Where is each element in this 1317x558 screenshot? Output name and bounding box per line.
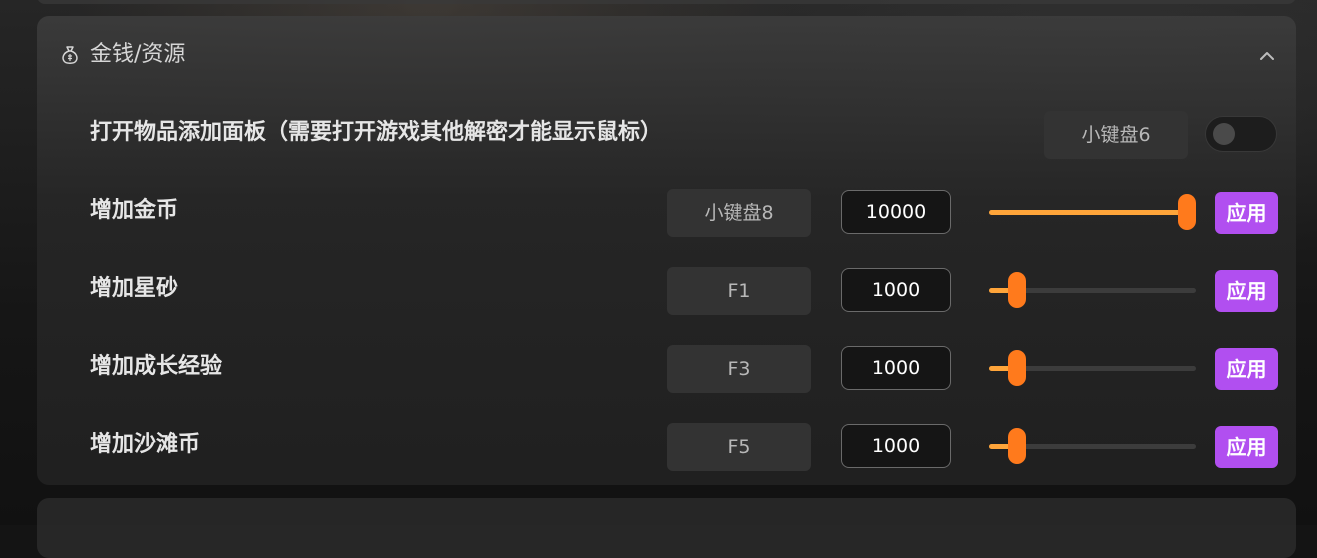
money-resources-section: 金钱/资源 打开物品添加面板（需要打开游戏其他解密才能显示鼠标） 小键盘6 增加… bbox=[37, 16, 1296, 485]
slider-fill bbox=[989, 210, 1187, 215]
section-header[interactable]: 金钱/资源 bbox=[37, 16, 1296, 94]
add-beach-coin-amount-input[interactable] bbox=[841, 424, 951, 468]
add-growth-exp-apply-button[interactable]: 应用 bbox=[1215, 348, 1278, 390]
add-growth-exp-label: 增加成长经验 bbox=[90, 354, 223, 379]
add-gold-apply-button[interactable]: 应用 bbox=[1215, 192, 1278, 234]
next-section-card bbox=[37, 498, 1296, 558]
add-beach-coin-apply-button[interactable]: 应用 bbox=[1215, 426, 1278, 468]
item-panel-label: 打开物品添加面板（需要打开游戏其他解密才能显示鼠标） bbox=[90, 120, 663, 145]
add-stardust-amount-input[interactable] bbox=[841, 268, 951, 312]
add-beach-coin-label: 增加沙滩币 bbox=[90, 432, 201, 457]
add-gold-slider[interactable] bbox=[989, 194, 1196, 230]
add-beach-coin-slider[interactable] bbox=[989, 428, 1196, 464]
add-beach-coin-hotkey-button[interactable]: F5 bbox=[667, 423, 811, 471]
section-title: 金钱/资源 bbox=[90, 42, 186, 67]
add-growth-exp-slider[interactable] bbox=[989, 350, 1196, 386]
slider-thumb[interactable] bbox=[1178, 194, 1196, 230]
add-stardust-hotkey-button[interactable]: F1 bbox=[667, 267, 811, 315]
chevron-up-icon[interactable] bbox=[1257, 46, 1277, 66]
add-gold-amount-input[interactable] bbox=[841, 190, 951, 234]
item-panel-toggle[interactable] bbox=[1205, 116, 1277, 152]
add-stardust-apply-button[interactable]: 应用 bbox=[1215, 270, 1278, 312]
slider-thumb[interactable] bbox=[1007, 428, 1026, 464]
add-growth-exp-amount-input[interactable] bbox=[841, 346, 951, 390]
previous-section-card bbox=[37, 0, 1296, 4]
item-panel-hotkey-button[interactable]: 小键盘6 bbox=[1044, 111, 1188, 159]
slider-thumb[interactable] bbox=[1007, 350, 1026, 386]
add-stardust-label: 增加星砂 bbox=[90, 276, 179, 301]
add-growth-exp-hotkey-button[interactable]: F3 bbox=[667, 345, 811, 393]
toggle-knob bbox=[1213, 123, 1235, 145]
add-gold-label: 增加金币 bbox=[90, 198, 179, 223]
add-stardust-slider[interactable] bbox=[989, 272, 1196, 308]
add-gold-hotkey-button[interactable]: 小键盘8 bbox=[667, 189, 811, 237]
slider-thumb[interactable] bbox=[1007, 272, 1026, 308]
money-bag-icon bbox=[61, 45, 79, 65]
